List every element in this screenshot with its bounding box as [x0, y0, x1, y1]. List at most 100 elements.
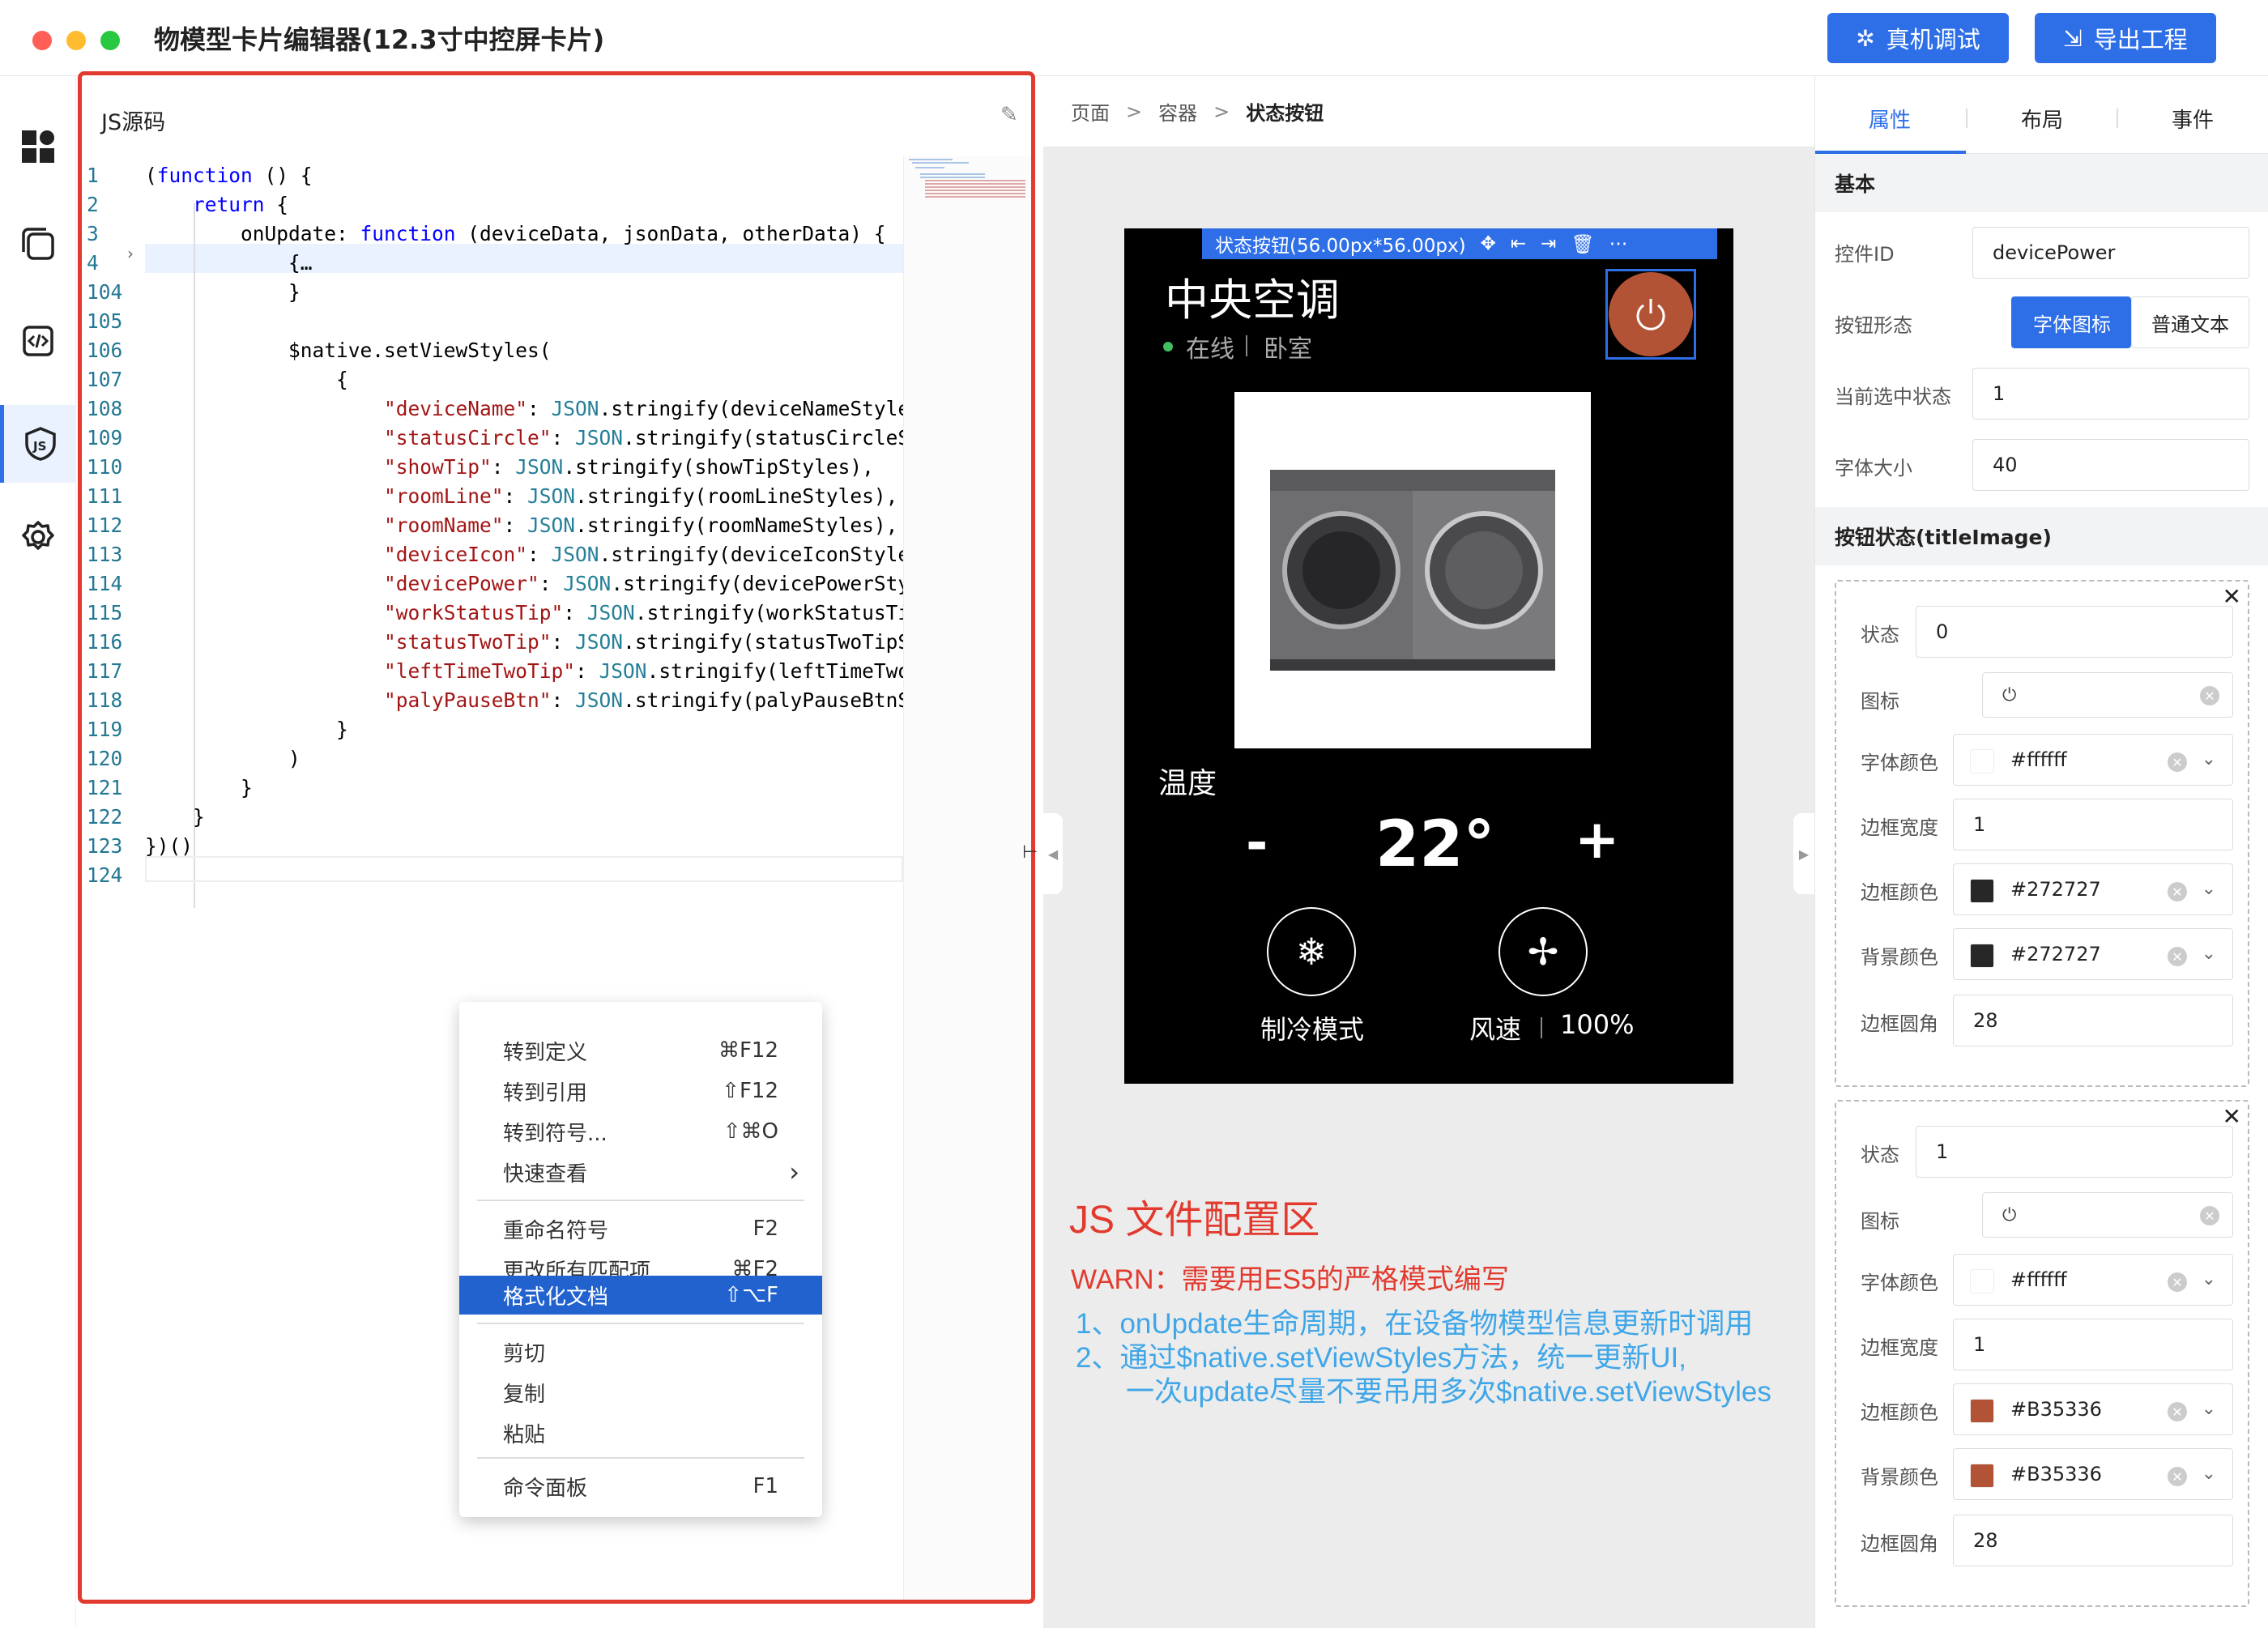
clear-icon[interactable]: ✕: [2168, 947, 2187, 966]
more-icon[interactable]: ⋯: [1609, 233, 1628, 254]
color-swatch: [1970, 1399, 1994, 1423]
color-picker[interactable]: #B35336 ✕ ⌄: [1953, 1383, 2233, 1435]
state-field-label: 背景颜色: [1861, 946, 1938, 969]
debug-button[interactable]: ✲ 真机调试: [1827, 13, 2009, 63]
chevron-down-icon[interactable]: ⌄: [2202, 944, 2216, 964]
clear-icon[interactable]: ✕: [2168, 1402, 2187, 1421]
line-number: 109: [87, 426, 123, 450]
state-field-input[interactable]: 1: [1953, 799, 2233, 850]
tab-divider: [2117, 109, 2118, 128]
menu-item-go-to-definition[interactable]: 转到定义 ⌘F12: [459, 1031, 822, 1070]
state-field-input[interactable]: 1: [1953, 1319, 2233, 1370]
pin-icon[interactable]: ✎: [1000, 103, 1018, 127]
close-window-button[interactable]: [32, 31, 52, 50]
delete-icon[interactable]: 🗑: [1571, 233, 1594, 255]
clear-icon[interactable]: ✕: [2168, 752, 2187, 772]
font-size-label: 字体大小: [1835, 457, 1912, 479]
tab-events[interactable]: 事件: [2172, 104, 2214, 134]
properties-panel: 属性 布局 事件 基本 控件ID devicePower 按钮形态 字体图标 普…: [1814, 76, 2268, 1628]
control-id-label: 控件ID: [1835, 243, 1895, 266]
breadcrumb-current: 状态按钮: [1246, 102, 1324, 125]
color-swatch: [1970, 749, 1994, 774]
zoom-window-button[interactable]: [100, 31, 120, 50]
shape-option-text[interactable]: 普通文本: [2131, 296, 2249, 348]
shape-option-icon-font[interactable]: 字体图标: [2011, 296, 2131, 348]
power-icon: ⏻: [2002, 684, 2017, 705]
clear-icon[interactable]: ✕: [2200, 1206, 2219, 1225]
chevron-down-icon[interactable]: ⌄: [2202, 1464, 2216, 1484]
chevron-down-icon[interactable]: ⌄: [2202, 879, 2216, 899]
line-number: 114: [87, 572, 123, 595]
menu-item-peek[interactable]: 快速查看 ›: [459, 1153, 822, 1191]
color-picker[interactable]: #B35336 ✕ ⌄: [1953, 1448, 2233, 1500]
icon-picker[interactable]: ⏻ ✕: [1982, 1192, 2233, 1238]
clear-icon[interactable]: ✕: [2168, 1467, 2187, 1486]
device-power-button[interactable]: [1609, 272, 1693, 356]
menu-item-go-to-references[interactable]: 转到引用 ⇧F12: [459, 1072, 822, 1110]
temp-minus-button[interactable]: -: [1246, 812, 1268, 874]
horizontal-scrollbar[interactable]: [143, 1603, 780, 1604]
minimize-window-button[interactable]: [66, 31, 86, 50]
color-picker[interactable]: #272727 ✕ ⌄: [1953, 863, 2233, 915]
clear-icon[interactable]: ✕: [2168, 882, 2187, 901]
code-line: })(): [145, 834, 194, 858]
tab-divider: [1966, 109, 1967, 128]
icon-picker[interactable]: ⏻ ✕: [1982, 672, 2233, 718]
chevron-down-icon[interactable]: ⌄: [2202, 1269, 2216, 1289]
collapse-right-button[interactable]: ▶: [1793, 813, 1814, 894]
menu-separator: [477, 1323, 804, 1324]
menu-item-rename-symbol[interactable]: 重命名符号 F2: [459, 1209, 822, 1248]
clear-icon[interactable]: ✕: [2168, 1272, 2187, 1292]
layers-icon[interactable]: [18, 224, 58, 264]
menu-item-format-document[interactable]: 格式化文档 ⇧⌥F: [459, 1276, 822, 1315]
tab-layout[interactable]: 布局: [2021, 104, 2063, 134]
state-field-input[interactable]: 0: [1916, 606, 2233, 658]
room-divider: [1246, 335, 1247, 356]
js-icon[interactable]: JS: [0, 405, 76, 483]
mode-label: 制冷模式: [1260, 1014, 1365, 1045]
state-field-input[interactable]: 28: [1953, 995, 2233, 1046]
state-field-label: 字体颜色: [1861, 1272, 1938, 1294]
components-icon[interactable]: [18, 126, 58, 167]
control-id-input[interactable]: devicePower: [1972, 227, 2249, 279]
breadcrumb-page[interactable]: 页面: [1071, 97, 1110, 126]
color-picker[interactable]: #ffffff ✕ ⌄: [1953, 734, 2233, 786]
menu-item-command-palette[interactable]: 命令面板 F1: [459, 1467, 822, 1506]
state-field-value: 1: [1973, 813, 1986, 836]
menu-item-go-to-symbol[interactable]: 转到符号... ⇧⌘O: [459, 1112, 822, 1151]
align-left-icon[interactable]: ⇤: [1511, 233, 1526, 254]
props-tabs: 属性 布局 事件: [1815, 76, 2268, 154]
menu-item-cut[interactable]: 剪切: [459, 1332, 822, 1371]
minimap[interactable]: [903, 156, 1031, 1600]
code-icon[interactable]: [18, 321, 58, 361]
state-field-input[interactable]: 28: [1953, 1515, 2233, 1566]
export-button[interactable]: ⇲ 导出工程: [2035, 13, 2216, 63]
color-picker[interactable]: #ffffff ✕ ⌄: [1953, 1254, 2233, 1306]
chevron-down-icon[interactable]: ⌄: [2202, 1399, 2216, 1419]
menu-item-copy[interactable]: 复制: [459, 1373, 822, 1412]
clear-icon[interactable]: ✕: [2200, 686, 2219, 705]
state-field-label: 状态: [1861, 624, 1899, 646]
fan-icon[interactable]: ✢: [1498, 907, 1588, 996]
color-value: #272727: [2010, 878, 2101, 901]
font-size-value: 40: [1993, 454, 2018, 476]
menu-item-paste[interactable]: 粘贴: [459, 1413, 822, 1452]
settings-icon[interactable]: [18, 517, 58, 557]
font-size-input[interactable]: 40: [1972, 439, 2249, 491]
state-field-input[interactable]: 1: [1916, 1126, 2233, 1178]
tab-properties[interactable]: 属性: [1869, 104, 1911, 134]
chevron-down-icon[interactable]: ⌄: [2202, 749, 2216, 769]
temp-plus-button[interactable]: +: [1575, 808, 1619, 871]
code-line: "workStatusTip": JSON.stringify(workStat…: [384, 601, 922, 624]
collapse-left-button[interactable]: ◀: [1043, 813, 1063, 894]
align-right-icon[interactable]: ⇥: [1541, 233, 1556, 254]
note-line-3: 一次update尽量不要吊用多次$native.setViewStyles: [1126, 1376, 1771, 1408]
menu-shortcut: F1: [752, 1474, 779, 1498]
breadcrumb-container[interactable]: 容器: [1158, 97, 1197, 126]
snowflake-icon[interactable]: ❄: [1267, 907, 1356, 996]
power-button-selection[interactable]: [1605, 269, 1696, 360]
color-picker[interactable]: #272727 ✕ ⌄: [1953, 928, 2233, 980]
move-icon[interactable]: ✥: [1481, 233, 1496, 254]
current-state-input[interactable]: 1: [1972, 368, 2249, 420]
fold-chevron-icon[interactable]: ›: [127, 244, 134, 263]
